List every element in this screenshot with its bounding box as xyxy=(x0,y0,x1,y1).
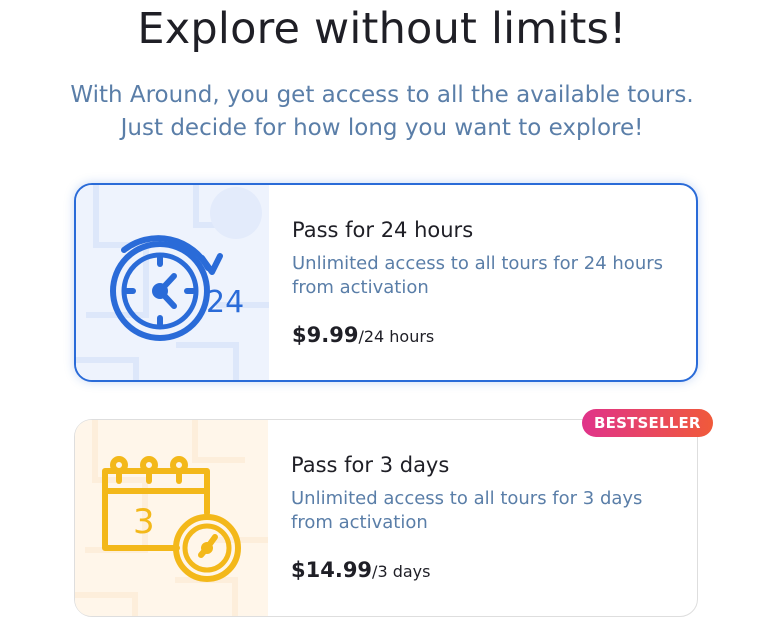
plan-title: Pass for 3 days xyxy=(291,453,450,477)
page-subtitle: With Around, you get access to all the a… xyxy=(70,82,694,141)
plan-illustration: 24 xyxy=(76,185,269,380)
calendar-day-label: 3 xyxy=(133,502,155,542)
price-period: /24 hours xyxy=(358,327,435,346)
plan-card-3-days[interactable]: 3 Pass for 3 days Unlimited access to al… xyxy=(74,419,698,617)
plan-description: Unlimited access to all tours for 3 days… xyxy=(291,488,643,533)
page-title: Explore without limits! xyxy=(137,4,627,54)
price-amount: $9.99 xyxy=(292,323,359,347)
calendar-clock-icon: 3 xyxy=(102,456,241,582)
plan-description: Unlimited access to all tours for 24 hou… xyxy=(292,253,664,298)
clock-24-label: 24 xyxy=(206,285,244,320)
plan-illustration: 3 xyxy=(75,420,268,616)
price-period: /3 days xyxy=(372,562,431,581)
plan-card-24-hours[interactable]: 24 Pass for 24 hours Unlimited access to… xyxy=(74,183,698,382)
plan-price: $9.99/24 hours xyxy=(292,323,434,347)
plan-title: Pass for 24 hours xyxy=(292,218,474,242)
bestseller-badge: BESTSELLER xyxy=(582,409,713,437)
plan-price: $14.99/3 days xyxy=(291,558,430,582)
price-amount: $14.99 xyxy=(291,558,373,582)
clock-24-icon: 24 xyxy=(110,235,244,341)
